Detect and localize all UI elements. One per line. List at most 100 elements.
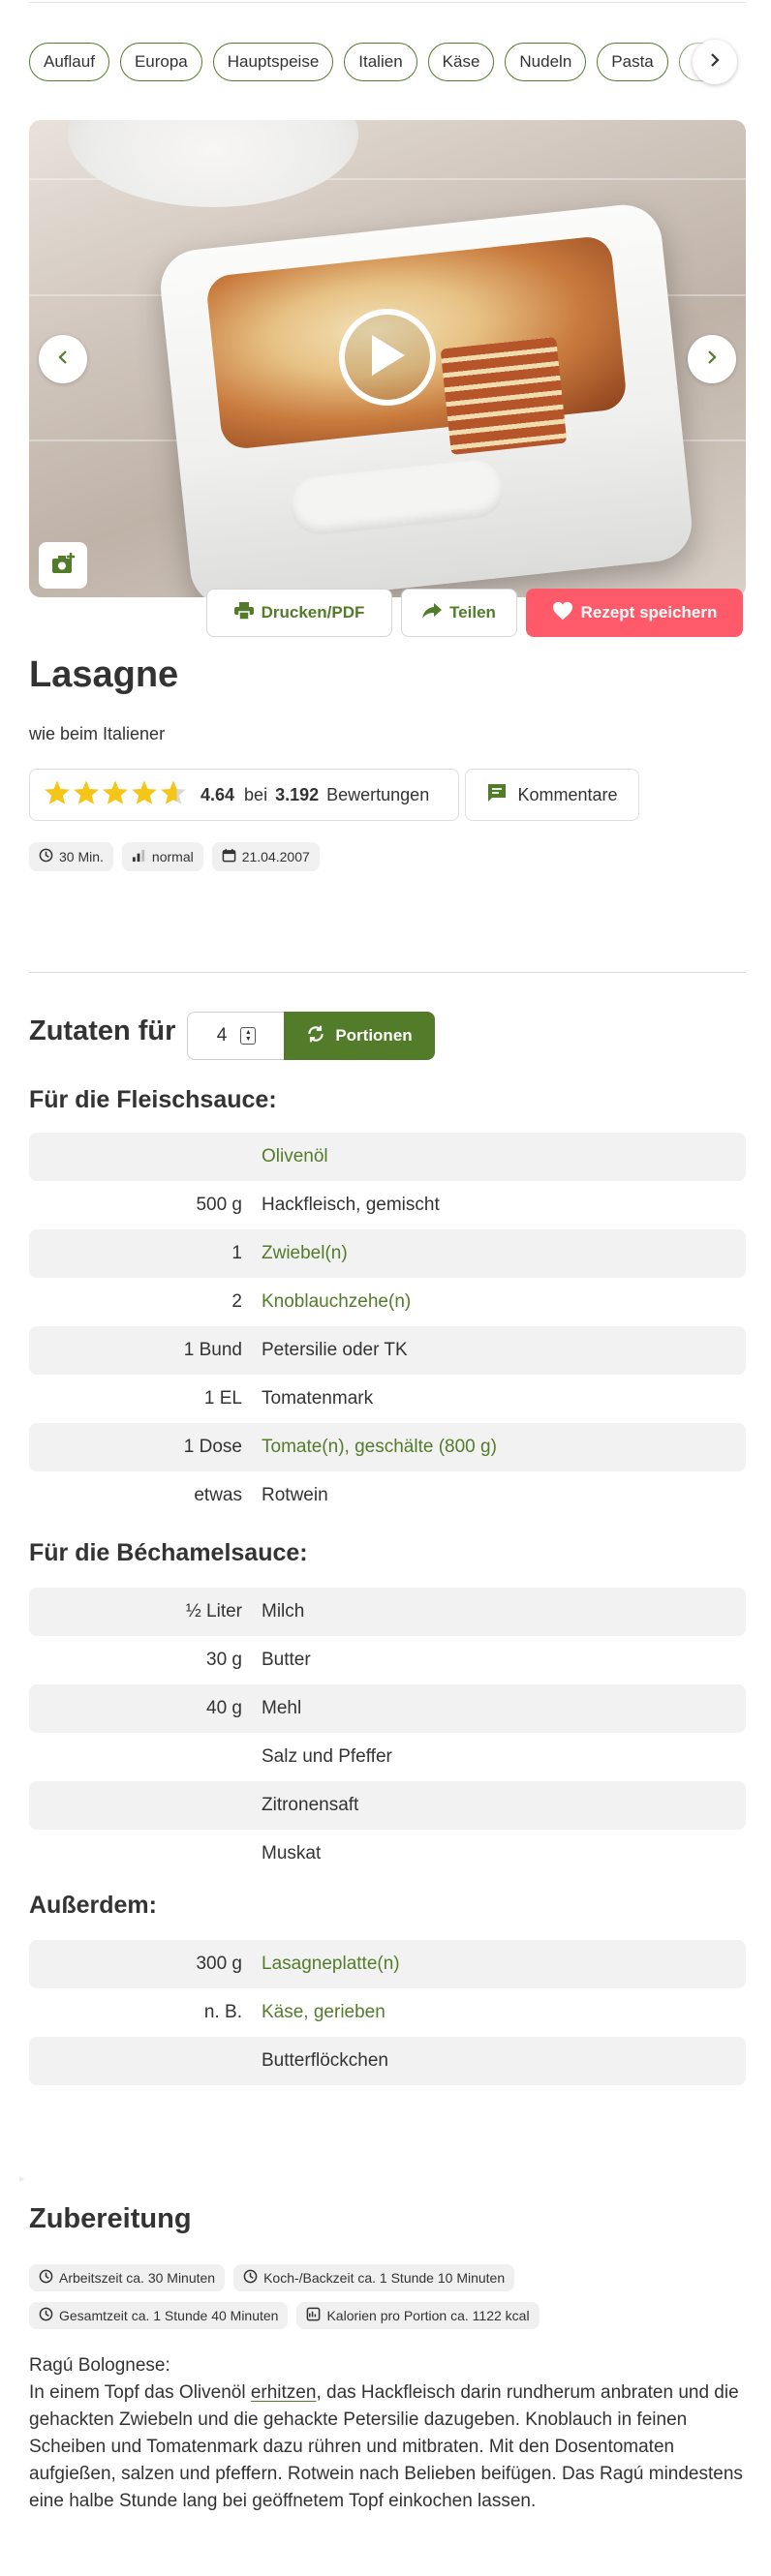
section-divider xyxy=(29,972,746,973)
ingredient-table: ½ Liter Milch 30 g Butter 40 g Mehl Salz und P… xyxy=(29,1588,746,1878)
preparation-meta-pill: Gesamtzeit ca. 1 Stunde 40 Minuten xyxy=(29,2302,289,2329)
ingredient-row: Zitronensaft xyxy=(29,1781,746,1830)
ingredient-amount: 1 Bund xyxy=(183,1340,242,1360)
share-label: Teilen xyxy=(449,603,496,621)
tag-chip[interactable]: Hauptspeise xyxy=(212,43,334,81)
clock-icon xyxy=(39,2269,53,2287)
ingredient-name: Mehl xyxy=(262,1698,302,1718)
ingredient-table: 300 g Lasagneplatte(n) n. B. Käse, gerieben… xyxy=(29,1940,746,2085)
rating-summary[interactable]: 4.64 bei 3.192 Bewertungen xyxy=(29,769,459,821)
ingredient-row: 40 g Mehl xyxy=(29,1684,746,1733)
preparation-step-heading: Ragú Bolognese: xyxy=(29,2355,170,2376)
preparation-text-part: In einem Topf das Olivenöl xyxy=(29,2382,251,2403)
preparation-meta-row: Gesamtzeit ca. 1 Stunde 40 Minuten Kalori… xyxy=(29,2302,540,2329)
ingredient-row: 1 Bund Petersilie oder TK xyxy=(29,1326,746,1375)
glossary-link[interactable]: erhitzen xyxy=(251,2382,317,2403)
image-next-button[interactable] xyxy=(688,335,736,383)
ingredient-link[interactable]: Lasagneplatte(n) xyxy=(262,1954,746,1975)
difficulty-value: normal xyxy=(151,849,194,864)
play-video-button[interactable] xyxy=(339,309,436,406)
ingredient-row: 300 g Lasagneplatte(n) xyxy=(29,1940,746,1988)
ingredient-name: Hackfleisch, gemischt xyxy=(262,1195,440,1215)
ingredient-name: Tomatenmark xyxy=(262,1388,374,1409)
rating-count-label: Bewertungen xyxy=(326,784,430,804)
clock-icon xyxy=(39,2307,53,2324)
share-arrow-icon xyxy=(422,602,443,623)
chevron-right-icon xyxy=(703,349,721,371)
date-value: 21.04.2007 xyxy=(241,849,310,864)
image-prev-button[interactable] xyxy=(39,335,87,383)
date-pill: 21.04.2007 xyxy=(211,842,320,871)
ingredient-amount: 500 g xyxy=(196,1195,242,1215)
recipe-image[interactable] xyxy=(29,120,746,597)
difficulty-pill: normal xyxy=(121,842,203,871)
ingredient-link[interactable]: Olivenöl xyxy=(262,1146,746,1167)
ingredient-name: Zitronensaft xyxy=(262,1795,359,1815)
tag-chip[interactable]: Europa xyxy=(119,43,202,81)
star-icon xyxy=(44,779,71,810)
ingredient-link[interactable]: Zwiebel(n) xyxy=(262,1243,746,1264)
calendar-icon xyxy=(222,848,236,865)
print-pdf-button[interactable]: Drucken/PDF xyxy=(206,589,392,637)
ingredient-link[interactable]: Tomate(n), geschälte (800 g) xyxy=(262,1437,746,1458)
add-photo-button[interactable] xyxy=(39,542,87,589)
clock-icon xyxy=(39,848,53,865)
portions-stepper-icon[interactable]: ▲ ▼ xyxy=(240,1027,257,1045)
time-value: 30 Min. xyxy=(59,849,104,864)
ingredient-amount: 40 g xyxy=(206,1698,242,1718)
ingredient-row: 1 Zwiebel(n) xyxy=(29,1229,746,1278)
star-icon xyxy=(131,779,158,810)
comment-icon xyxy=(486,782,508,808)
ingredient-amount: n. B. xyxy=(203,2002,242,2022)
ingredient-name: Butterflöckchen xyxy=(262,2050,388,2071)
ingredient-row: 500 g Hackfleisch, gemischt xyxy=(29,1181,746,1229)
tag-chip[interactable]: Italien xyxy=(344,43,417,81)
camera-plus-icon xyxy=(50,552,76,580)
tags-next-button[interactable] xyxy=(693,40,737,84)
ingredient-amount: etwas xyxy=(194,1485,242,1505)
ingredient-name: Milch xyxy=(262,1601,305,1621)
printer-icon xyxy=(233,601,254,624)
comments-button[interactable]: Kommentare xyxy=(465,769,639,821)
tag-chip[interactable]: Nudeln xyxy=(505,43,587,81)
portions-update-button[interactable]: Portionen xyxy=(284,1012,435,1060)
tag-chip[interactable]: Auflauf xyxy=(29,43,109,81)
rating-value: 4.64 xyxy=(200,784,235,804)
lasagna-layers-shape xyxy=(440,337,568,455)
chevron-right-icon xyxy=(706,51,724,74)
preparation-meta-text: Arbeitszeit ca. 30 Minuten xyxy=(59,2270,216,2286)
ingredients-title: Zutaten für xyxy=(29,1015,176,1046)
ingredient-amount: 2 xyxy=(231,1291,242,1312)
ingredient-row: etwas Rotwein xyxy=(29,1471,746,1520)
recipe-title: Lasagne xyxy=(29,654,179,695)
preparation-meta-pill: Arbeitszeit ca. 30 Minuten xyxy=(29,2264,226,2291)
ingredient-link[interactable]: Knoblauchzehe(n) xyxy=(262,1291,746,1313)
star-icon xyxy=(160,779,187,810)
rating-count: 3.192 xyxy=(275,784,320,804)
ingredient-table: Olivenöl 500 g Hackfleisch, gemischt 1 Zwieb… xyxy=(29,1133,746,1520)
ingredient-row: 2 Knoblauchzehe(n) xyxy=(29,1278,746,1326)
ingredient-group-title: Für die Fleischsauce: xyxy=(29,1086,277,1113)
ingredient-name: Muskat xyxy=(262,1843,322,1864)
plate-shape xyxy=(68,120,358,207)
save-recipe-label: Rezept speichern xyxy=(580,603,718,621)
ingredient-row: Olivenöl xyxy=(29,1133,746,1181)
ingredient-amount: 1 EL xyxy=(203,1388,242,1409)
share-button[interactable]: Teilen xyxy=(401,589,517,637)
play-icon xyxy=(366,331,409,384)
heart-icon xyxy=(552,601,573,625)
portions-input[interactable]: 4 ▲ ▼ xyxy=(187,1012,286,1060)
ingredient-name: Rotwein xyxy=(262,1485,328,1505)
tag-chip[interactable]: Pasta xyxy=(597,43,668,81)
star-icon xyxy=(73,779,100,810)
ingredient-row: Salz und Pfeffer xyxy=(29,1733,746,1781)
recipe-meta: 30 Min. normal 21.04.2007 xyxy=(29,842,320,871)
portions-button-label: Portionen xyxy=(335,1026,413,1045)
tag-chip[interactable]: Käse xyxy=(427,43,495,81)
ingredient-link[interactable]: Käse, gerieben xyxy=(262,2002,746,2023)
rating-bei-text: bei xyxy=(244,784,268,804)
ingredient-row: Muskat xyxy=(29,1830,746,1878)
portions-value: 4 xyxy=(216,1025,228,1046)
ingredient-name: Petersilie oder TK xyxy=(262,1340,408,1360)
save-recipe-button[interactable]: Rezept speichern xyxy=(526,589,743,637)
